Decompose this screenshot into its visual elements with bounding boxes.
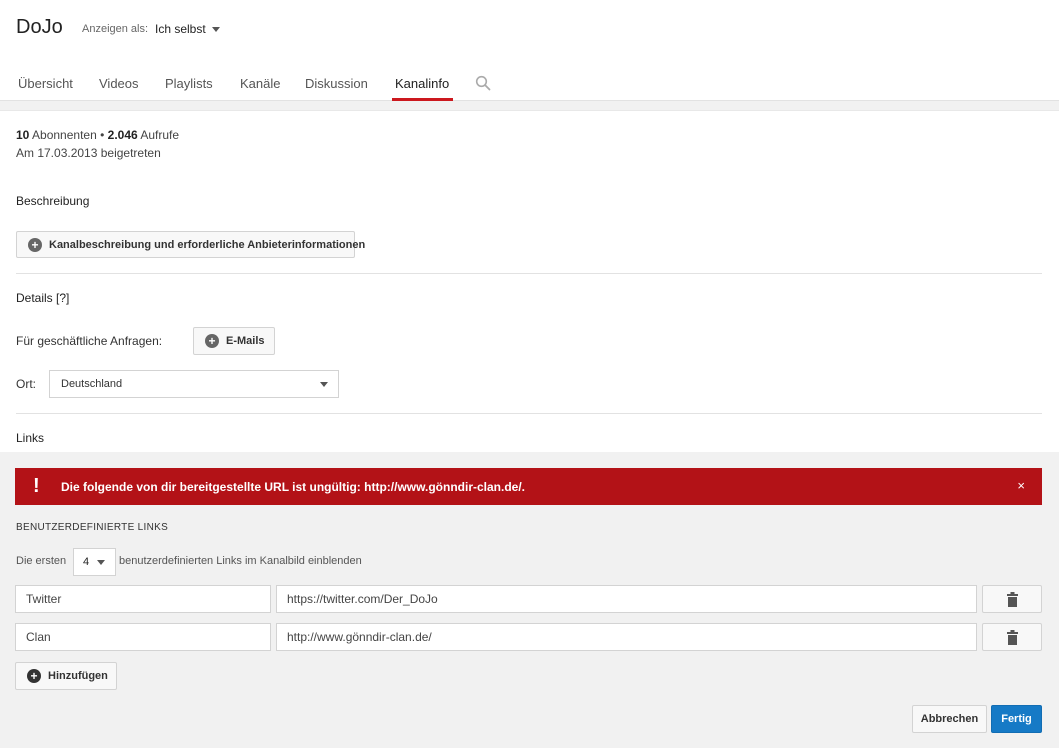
link-title-input[interactable] bbox=[15, 623, 271, 651]
chevron-down-icon bbox=[320, 382, 328, 387]
trash-icon bbox=[1007, 630, 1018, 645]
delete-link-button[interactable] bbox=[982, 623, 1042, 651]
close-icon[interactable]: × bbox=[1017, 478, 1025, 493]
location-label: Ort: bbox=[16, 377, 36, 391]
add-description-button[interactable]: + Kanalbeschreibung und erforderliche An… bbox=[16, 231, 365, 258]
chevron-down-icon bbox=[211, 26, 220, 32]
error-message: Die folgende von dir bereitgestellte URL… bbox=[61, 480, 526, 494]
plus-circle-icon: + bbox=[205, 334, 219, 348]
custom-links-heading: BENUTZERDEFINIERTE LINKS bbox=[16, 522, 169, 533]
link-count-select[interactable]: 4 bbox=[73, 548, 116, 576]
add-link-button[interactable]: + Hinzufügen bbox=[15, 662, 117, 690]
show-links-suffix: benutzerdefinierten Links im Kanalbild e… bbox=[119, 555, 362, 567]
plus-circle-icon: + bbox=[28, 237, 42, 252]
plus-circle-icon: + bbox=[27, 669, 41, 683]
active-tab-indicator bbox=[392, 98, 453, 101]
tab-overview[interactable]: Übersicht bbox=[18, 76, 73, 91]
business-inquiries-label: Für geschäftliche Anfragen: bbox=[16, 334, 163, 348]
tab-playlists[interactable]: Playlists bbox=[165, 76, 213, 91]
location-select[interactable]: Deutschland bbox=[49, 370, 339, 398]
view-as-label: Anzeigen als: bbox=[82, 23, 149, 35]
warning-icon: ! bbox=[33, 475, 40, 497]
views-count: 2.046 bbox=[107, 128, 138, 142]
add-email-label: E-Mails bbox=[226, 335, 265, 347]
link-url-input[interactable] bbox=[276, 585, 977, 613]
error-banner: ! Die folgende von dir bereitgestellte U… bbox=[15, 468, 1042, 505]
link-title-input[interactable] bbox=[15, 585, 271, 613]
divider bbox=[16, 273, 1042, 274]
add-email-button[interactable]: + E-Mails bbox=[193, 327, 275, 355]
description-title: Beschreibung bbox=[16, 194, 90, 208]
channel-header: DoJo Anzeigen als: Ich selbst Übersicht … bbox=[0, 0, 1059, 101]
link-count-value: 4 bbox=[83, 556, 90, 568]
joined-date: Am 17.03.2013 beigetreten bbox=[16, 146, 161, 160]
tab-about[interactable]: Kanalinfo bbox=[395, 76, 449, 91]
details-title: Details [?] bbox=[16, 291, 70, 305]
chevron-down-icon bbox=[97, 560, 105, 565]
stats-separator: • bbox=[100, 128, 105, 142]
view-as-dropdown[interactable]: Ich selbst bbox=[155, 22, 220, 36]
location-value: Deutschland bbox=[61, 378, 123, 390]
divider bbox=[16, 413, 1042, 414]
done-button[interactable]: Fertig bbox=[991, 705, 1042, 733]
views-label: Aufrufe bbox=[140, 128, 180, 142]
add-link-label: Hinzufügen bbox=[48, 670, 108, 682]
tab-videos[interactable]: Videos bbox=[99, 76, 139, 91]
add-description-label: Kanalbeschreibung und erforderliche Anbi… bbox=[49, 238, 366, 251]
view-as-value: Ich selbst bbox=[155, 22, 206, 36]
tab-discussion[interactable]: Diskussion bbox=[305, 76, 368, 91]
search-icon[interactable] bbox=[475, 75, 491, 91]
tab-channels[interactable]: Kanäle bbox=[240, 76, 280, 91]
show-links-prefix: Die ersten bbox=[16, 555, 67, 567]
subscribers-label: Abonnenten bbox=[32, 128, 97, 142]
cancel-button[interactable]: Abbrechen bbox=[912, 705, 987, 733]
channel-name: DoJo bbox=[16, 16, 63, 38]
channel-stats: 10 Abonnenten • 2.046 Aufrufe bbox=[16, 128, 179, 142]
link-url-input[interactable] bbox=[276, 623, 977, 651]
delete-link-button[interactable] bbox=[982, 585, 1042, 613]
links-title: Links bbox=[16, 431, 45, 445]
trash-icon bbox=[1007, 592, 1018, 607]
about-card bbox=[0, 110, 1059, 452]
subscribers-count: 10 bbox=[16, 128, 30, 142]
